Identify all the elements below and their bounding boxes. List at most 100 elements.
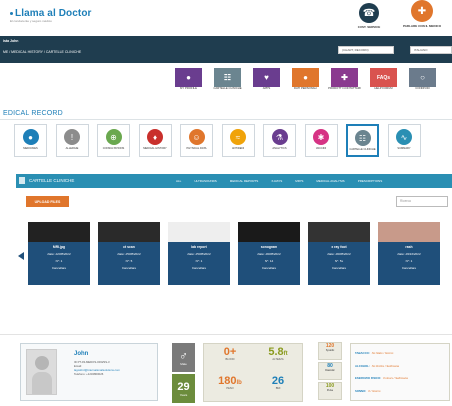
cartelle-title: CARTELLE CLINICHE [29,178,75,183]
file-thumbnail[interactable] [378,222,440,242]
file-count: N°: 1 [405,259,413,263]
lifestyle-row: ALCOHOL: No Drinks / Settimana [355,364,445,368]
logo[interactable]: Llama al Doctor El conducente y seguro m… [10,8,92,23]
clipboard-icon: ☷ [354,130,371,146]
bmi-value: 26 [271,375,285,387]
breadcrumb[interactable]: ME / MEDICAL HISTORY / CARTELLE CLINICHE [3,50,81,54]
cartelle-bar: CARTELLE CLINICHE ALL ULTRASOUNDS MEDICAL … [16,174,452,188]
medical-record-analytics[interactable]: ⚗ ANALYTICS [263,124,296,157]
file-card[interactable]: x ray foot Date: 26/08/2014 N°: 5x Cancella… [308,222,370,285]
delete-link[interactable]: Cancellare [378,266,440,270]
medical-record-physical-data[interactable]: ☺ PHYSICAL DATA [180,124,213,157]
age-tile: 29 Years [172,374,195,403]
file-name: ct scan [123,245,135,249]
filter-medical-reports[interactable]: MEDICAL REPORTS [230,179,259,183]
filter-medical-analysis[interactable]: MEDICAL ANALYSIS [316,179,344,183]
age-value: 29 [177,380,190,393]
vitals-box: 0+ BLOOD 5.8ft ALTEZZA 180lb PESO 26 BMI [203,343,303,402]
faq-icon: FAQs [370,68,397,87]
top-tile-clipboard[interactable]: ☷ CARTELLE CLINICHE [213,68,242,90]
filter-all[interactable]: ALL [176,179,181,183]
medical-record-vaccini[interactable]: ✱ VACCINI [304,124,338,157]
blood-label: BLOOD [225,358,235,361]
file-thumbnail[interactable] [238,222,300,242]
file-info: MRI.jpg Date: 22/08/2014 N°: 1 Cancellare [28,242,90,285]
file-count: N°: 5 [125,259,133,263]
filter-prescriptions[interactable]: PRESCRIPTIONS [358,179,383,183]
file-card[interactable]: sonogram Date: 26/08/2014 N°: 14 Cancellare [238,222,300,285]
medical-record-antideni[interactable]: ≈ ANTIDENI [221,124,255,157]
filter-x-rays[interactable]: X-RAYS [271,179,282,183]
avatar[interactable] [26,349,57,395]
kit-icon: ✚ [331,68,358,87]
share-icon: ○ [409,68,436,87]
top-tile-user[interactable]: ● MY PROFILE [175,68,202,90]
prev-arrow[interactable] [18,252,24,260]
medical-record-items: ● MEDICINES! ALLERGIE ⊕ CONSULTATIONS ♦ MEDICA… [14,124,421,157]
file-info: sonogram Date: 26/08/2014 N°: 14 Cancellare [238,242,300,285]
file-count: N°: 1 [55,259,63,263]
doctor-icon: ✚ [411,0,433,22]
logo-tagline: El conducente y seguro médico [10,19,52,23]
file-info: rash Date: 29/10/2014 N°: 1 Cancellare [378,242,440,285]
file-name: lab report [191,245,207,249]
file-date: Date: 25/08/2014 [117,252,141,256]
file-thumbnail[interactable] [168,222,230,242]
file-date: Date: 26/08/2014 [327,252,351,256]
top-tile-heart[interactable]: ♥ APPS [253,68,280,90]
delete-link[interactable]: Cancellare [28,266,90,270]
filter-ultrasounds[interactable]: ULTRASOUNDS [194,179,216,183]
file-list: MRI.jpg Date: 22/08/2014 N°: 1 Cancellare ct… [28,222,440,285]
patient-phone[interactable]: Telefono: +1234800026 [74,372,103,377]
medical-record-summary[interactable]: ∿ SUMMARY [387,124,421,157]
pulse-label: Pulse [326,389,334,392]
language-select[interactable]: ITALIANO [410,46,452,54]
lifestyle-row: SONNO: 0 / Giorno [355,389,445,393]
top-tile-share[interactable]: ○ CONDIVIDI [409,68,436,90]
top-tiles: ● MY PROFILE ☷ CARTELLE CLINICHE ♥ APPS ● DATI … [175,68,452,90]
file-thumbnail[interactable] [28,222,90,242]
medical-record-consultations[interactable]: ⊕ CONSULTATIONS [97,124,130,157]
pulse-tile: 100 Pulse [318,382,342,400]
ecg-icon: ∿ [396,129,412,145]
file-thumbnail[interactable] [98,222,160,242]
delete-link[interactable]: Cancellare [238,266,300,270]
body-icon: ☺ [188,129,205,145]
medical-record-medicines[interactable]: ● MEDICINES [14,124,47,157]
lifestyle-value: 0 / Giorno [368,388,381,393]
file-card[interactable]: rash Date: 29/10/2014 N°: 1 Cancellare [378,222,440,285]
diastolic-label: Diastolic [325,369,335,372]
top-tile-badge[interactable]: ● DATI PERSONALI [292,68,319,90]
weight-value: 180 [218,375,237,387]
file-thumbnail[interactable] [308,222,370,242]
file-card[interactable]: ct scan Date: 25/08/2014 N°: 5 Cancellare [98,222,160,285]
cust-service-label: CUST. SERVICE [357,25,381,29]
call-doctor-label: PARLARE CON IL MEDICO [402,24,442,28]
lifestyle-label: ALCOHOL: [355,363,370,368]
delete-link[interactable]: Cancellare [308,266,370,270]
medical-record-allergie[interactable]: ! ALLERGIE [55,124,89,157]
filter-mri-s[interactable]: MRI'S [295,179,303,183]
file-card[interactable]: lab report Date: 25/08/2014 N°: 1 Cancellar… [168,222,230,285]
search-input[interactable]: Ricerca [396,196,448,207]
call-doctor-button[interactable]: ✚ PARLARE CON IL MEDICO [398,0,446,28]
cust-service-button[interactable]: ☎ CUST. SERVICE [345,3,393,29]
delete-link[interactable]: Cancellare [168,266,230,270]
upload-files-button[interactable]: UPLOAD FILES [26,196,69,207]
pressure-column: 120 Systolic 80 Diastolic 100 Pulse [318,342,342,400]
top-tile-label: APPS [262,86,271,90]
lifestyle-label: TABACCO: [355,351,370,356]
diastolic-tile: 80 Diastolic [318,362,342,380]
file-card[interactable]: MRI.jpg Date: 22/08/2014 N°: 1 Cancellare [28,222,90,285]
age-label: Years [179,392,188,397]
clipboard-icon: ☷ [214,68,241,87]
top-tile-kit[interactable]: ✚ PRODOTTI CONTATTAMI [328,68,361,90]
vaccine-icon: ✱ [313,129,329,145]
top-tile-faq[interactable]: FAQs HELP FORUM [370,68,397,90]
delete-link[interactable]: Cancellare [98,266,160,270]
medical-record-medical-history[interactable]: ♦ MEDICAL HISTORY [138,124,172,157]
view-select[interactable]: (CHART, RECORD) [338,46,394,54]
medical-record-cartelle-cliniche[interactable]: ☷ CARTELLE CLINICHE [346,124,379,157]
top-tile-label: CONDIVIDI [415,86,430,90]
flask-icon: ⚗ [271,129,288,145]
